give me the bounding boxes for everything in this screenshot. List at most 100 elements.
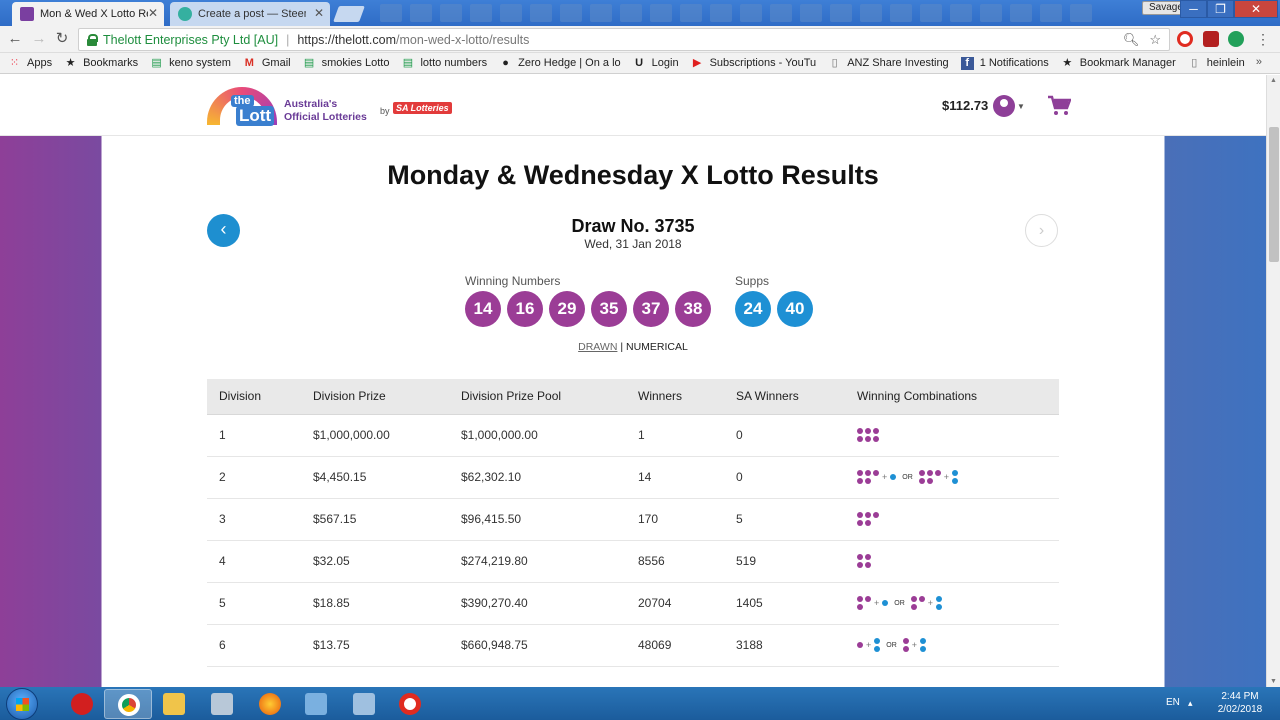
account-balance[interactable]: $112.73 (942, 98, 988, 113)
page-title: Monday & Wednesday X Lotto Results (387, 160, 879, 190)
winning-ball: 16 (507, 291, 543, 327)
bookmarks-bar: ⁙ Apps ★ Bookmarks ▤ keno system M Gmail ▤ sm… (0, 53, 1280, 74)
new-tab-button[interactable] (333, 6, 365, 22)
col-winners: Winners (626, 379, 724, 415)
back-button[interactable]: ← (6, 30, 24, 48)
bookmark-smokies-lotto[interactable]: ▤ smokies Lotto (303, 57, 390, 70)
winning-ball: 29 (549, 291, 585, 327)
more-bookmarks-icon[interactable]: » (1256, 56, 1262, 68)
supp-ball: 40 (777, 291, 813, 327)
taskbar-calculator[interactable] (198, 689, 246, 719)
address-bar[interactable]: Thelott Enterprises Pty Ltd [AU] | https… (78, 28, 1170, 51)
bookmark-youtube[interactable]: ▶ Subscriptions - YouTu (691, 56, 816, 70)
page-icon: ▯ (1191, 56, 1198, 69)
language-indicator[interactable]: EN (1166, 697, 1180, 708)
scroll-down-icon[interactable]: ▼ (1270, 678, 1277, 685)
by-text: by (380, 106, 390, 116)
winning-numbers: 14 16 29 35 37 38 (465, 291, 711, 327)
action-center-flag-icon[interactable]: ▴ (1188, 698, 1193, 709)
account-icon[interactable] (993, 95, 1015, 117)
col-division: Division (207, 379, 301, 415)
bookmark-keno-system[interactable]: ▤ keno system (150, 57, 230, 70)
supps-label: Supps (735, 274, 770, 288)
zoom-search-icon[interactable]: 🔍︎ (1123, 32, 1140, 48)
chrome-icon (118, 694, 140, 716)
page-scrollbar[interactable]: ▲ ▼ (1266, 75, 1280, 687)
menu-kebab-icon[interactable]: ⋮ (1254, 30, 1272, 48)
scroll-up-icon[interactable]: ▲ (1270, 77, 1277, 84)
bookmark-lotto-numbers[interactable]: ▤ lotto numbers (401, 57, 487, 70)
winning-ball: 35 (591, 291, 627, 327)
bookmark-notifications[interactable]: f1 Notifications (960, 56, 1049, 70)
taskbar-firefox[interactable] (246, 689, 294, 719)
bookmark-star-icon[interactable]: ☆ (1149, 32, 1161, 48)
col-division-prize: Division Prize (301, 379, 449, 415)
taskbar-pokerstars[interactable] (58, 689, 106, 719)
secure-lock-icon (87, 33, 98, 46)
bookmark-login[interactable]: U Login (633, 56, 678, 70)
winning-combination (857, 428, 1059, 442)
page-icon: ▯ (831, 56, 838, 69)
taskbar-network-app[interactable] (292, 689, 340, 719)
star-icon: ★ (1062, 56, 1073, 69)
youtube-icon: ▶ (692, 56, 702, 69)
maximize-button[interactable]: ❐ (1207, 0, 1234, 18)
winning-combination: + OR + (857, 596, 1059, 610)
table-row: 2 $4,450.15 $62,302.10 14 0 + OR + (207, 456, 1059, 499)
winning-combination: + OR + (857, 470, 1059, 484)
reload-button[interactable]: ↻ (53, 30, 71, 48)
order-numerical-link[interactable]: NUMERICAL (626, 341, 688, 353)
pokerstars-icon (71, 693, 93, 715)
url-text: https://thelott.com/mon-wed-x-lotto/resu… (297, 32, 530, 47)
draw-date: Wed, 31 Jan 2018 (584, 237, 682, 251)
taskbar-notes[interactable] (340, 689, 388, 719)
start-button[interactable] (6, 688, 38, 720)
desktop-background-icons (380, 4, 1092, 22)
bookmark-heinlein[interactable]: ▯ heinlein (1188, 56, 1244, 70)
table-header-row: Division Division Prize Division Prize P… (207, 379, 1059, 415)
bookmark-gmail[interactable]: M Gmail (243, 57, 291, 70)
table-row: 5 $18.85 $390,270.40 20704 1405 + OR + (207, 582, 1059, 625)
chevron-down-icon[interactable]: ▼ (1017, 102, 1025, 111)
col-winning-combinations: Winning Combinations (845, 379, 1059, 415)
grammarly-extension-icon[interactable] (1228, 31, 1244, 47)
windows-taskbar (0, 687, 1280, 720)
bookmark-apps[interactable]: ⁙ Apps (8, 57, 52, 70)
winning-combination (857, 512, 1059, 526)
security-label: Thelott Enterprises Pty Ltd [AU] (103, 32, 279, 47)
opera-extension-icon[interactable] (1177, 31, 1193, 47)
bookmark-anz[interactable]: ▯ ANZ Share Investing (828, 57, 949, 70)
browser-tab-strip: Mon & Wed X Lotto Resu ✕ Create a post —… (0, 0, 1280, 26)
taskbar-explorer[interactable] (150, 689, 198, 719)
bookmark-zero-hedge[interactable]: ● Zero Hedge | On a lo (499, 56, 620, 70)
table-row: 4 $32.05 $274,219.80 8556 519 (207, 540, 1059, 583)
scrollbar-thumb[interactable] (1269, 127, 1279, 262)
tab-steemit[interactable]: Create a post — Steemit ✕ (170, 2, 330, 26)
bookmark-manager[interactable]: ★ Bookmark Manager (1061, 56, 1175, 70)
sa-lotteries-logo[interactable]: SA Lotteries (393, 102, 452, 114)
tab-thelott[interactable]: Mon & Wed X Lotto Resu ✕ (12, 2, 164, 26)
order-drawn-link[interactable]: DRAWN (578, 341, 617, 353)
taskbar-opera[interactable] (386, 689, 434, 719)
table-row: 3 $567.15 $96,415.50 170 5 (207, 498, 1059, 541)
star-icon: ★ (65, 56, 76, 69)
taskbar-chrome[interactable] (104, 689, 152, 719)
zerohedge-icon: ● (502, 56, 509, 69)
table-row: 6 $13.75 $660,948.75 48069 3188 + OR + (207, 624, 1059, 667)
minimize-button[interactable]: ─ (1180, 0, 1207, 18)
login-icon: U (635, 56, 644, 69)
ublock-extension-icon[interactable] (1203, 31, 1219, 47)
close-tab-icon[interactable]: ✕ (148, 6, 158, 20)
bookmark-bookmarks[interactable]: ★ Bookmarks (64, 57, 138, 70)
close-window-button[interactable]: ✕ (1234, 0, 1278, 18)
winning-combination (857, 554, 1059, 568)
winning-numbers-label: Winning Numbers (465, 274, 561, 288)
forward-button[interactable]: → (30, 30, 48, 48)
system-clock[interactable]: 2:44 PM 2/02/2018 (1212, 690, 1268, 716)
cart-icon[interactable] (1047, 95, 1071, 117)
close-tab-icon[interactable]: ✕ (314, 6, 324, 20)
notes-icon (353, 693, 375, 715)
sheets-icon: ▤ (402, 56, 414, 69)
tab-title: Mon & Wed X Lotto Resu (40, 8, 148, 20)
opera-icon (399, 693, 421, 715)
